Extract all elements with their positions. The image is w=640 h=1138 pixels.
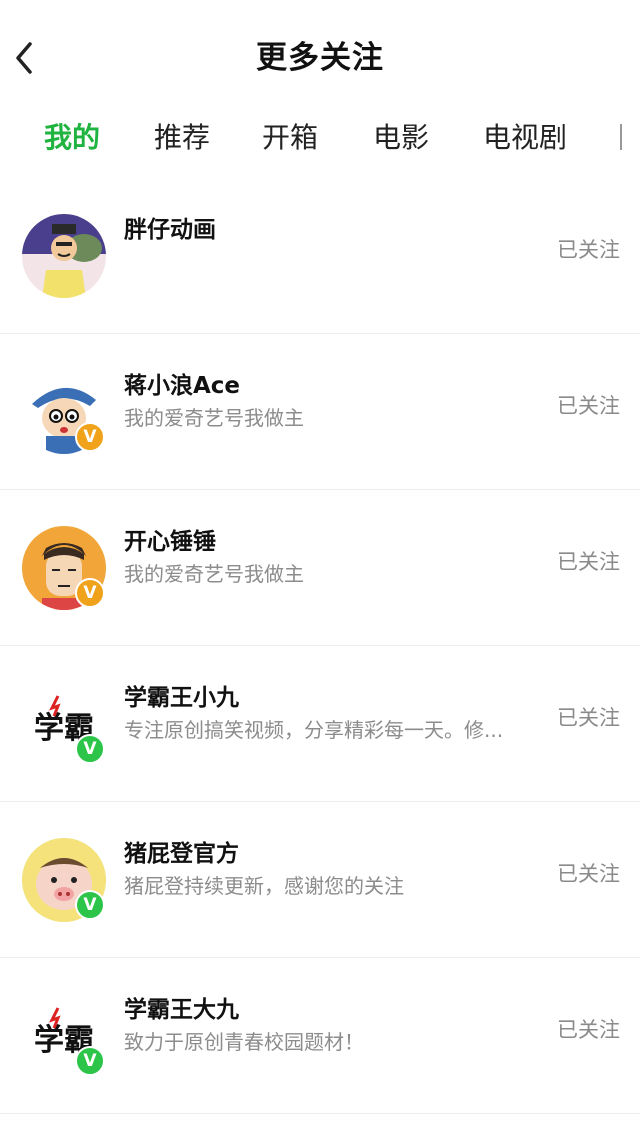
account-name: 开心锤锤 <box>124 529 216 555</box>
account-description: 专注原创搞笑视频，分享精彩每一天。修... <box>124 718 504 742</box>
verified-badge-icon: V <box>75 578 105 608</box>
followed-button[interactable]: 已关注 <box>557 546 620 576</box>
account-description: 我的爱奇艺号我做主 <box>124 406 304 430</box>
verified-badge-icon: V <box>75 890 105 920</box>
list-item[interactable]: V 猪屁登官方 猪屁登持续更新，感谢您的关注 已关注 <box>0 802 640 958</box>
category-tabs: 我的 推荐 开箱 电影 电视剧 <box>0 112 640 178</box>
followed-button[interactable]: 已关注 <box>557 234 620 264</box>
tab-tv-series[interactable]: 电视剧 <box>483 116 567 156</box>
list-item[interactable]: V 蒋小浪Ace 我的爱奇艺号我做主 已关注 <box>0 334 640 490</box>
list-item[interactable]: 学霸 V 学霸王小九 专注原创搞笑视频，分享精彩每一天。修... 已关注 <box>0 646 640 802</box>
top-bar: 更多关注 <box>0 0 640 112</box>
list-item[interactable]: 学霸 V 学霸王大九 致力于原创青春校园题材！ 已关注 <box>0 958 640 1114</box>
account-name: 蒋小浪Ace <box>124 373 241 399</box>
account-name: 猪屁登官方 <box>124 841 239 867</box>
list-item[interactable]: V 开心锤锤 我的爱奇艺号我做主 已关注 <box>0 490 640 646</box>
avatar <box>22 214 106 298</box>
tab-mine[interactable]: 我的 <box>44 116 100 156</box>
followed-button[interactable]: 已关注 <box>557 702 620 732</box>
tab-unboxing[interactable]: 开箱 <box>262 116 318 156</box>
list-item[interactable]: 胖仔动画 已关注 <box>0 178 640 334</box>
verified-badge-icon: V <box>75 734 105 764</box>
follow-list: 胖仔动画 已关注 V 蒋小浪Ace 我的爱奇艺号我做主 已关注 V 开心锤锤 我… <box>0 178 640 1114</box>
account-name: 学霸王大九 <box>124 997 239 1023</box>
account-name: 胖仔动画 <box>124 217 216 243</box>
verified-badge-icon: V <box>75 422 105 452</box>
account-description: 我的爱奇艺号我做主 <box>124 562 304 586</box>
tab-recommended[interactable]: 推荐 <box>154 116 210 156</box>
tabs-overflow-divider <box>620 124 622 150</box>
followed-button[interactable]: 已关注 <box>557 858 620 888</box>
followed-button[interactable]: 已关注 <box>557 390 620 420</box>
followed-button[interactable]: 已关注 <box>557 1014 620 1044</box>
account-description: 致力于原创青春校园题材！ <box>124 1030 364 1054</box>
page-title: 更多关注 <box>256 40 384 76</box>
account-name: 学霸王小九 <box>124 685 239 711</box>
tab-movies[interactable]: 电影 <box>373 116 429 156</box>
verified-badge-icon: V <box>75 1046 105 1076</box>
account-description: 猪屁登持续更新，感谢您的关注 <box>124 874 404 898</box>
